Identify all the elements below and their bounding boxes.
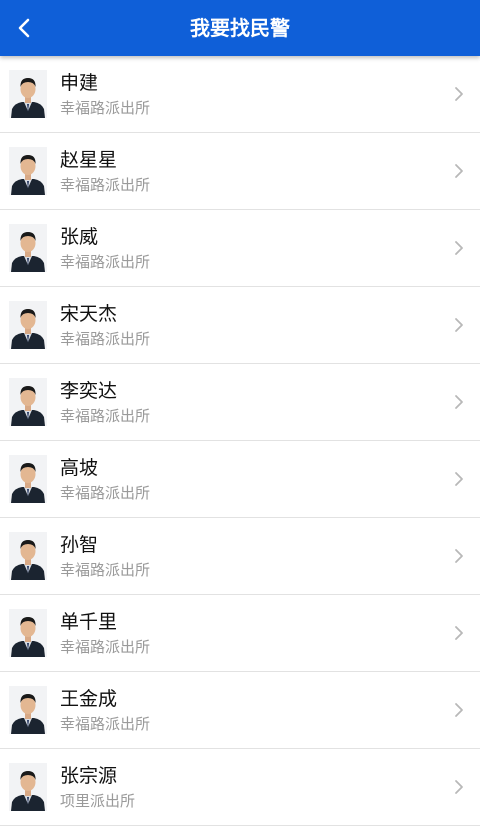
chevron-right-icon [455, 549, 463, 563]
officer-name: 高坡 [60, 457, 99, 479]
officer-photo-icon [9, 147, 47, 195]
officer-name: 张宗源 [60, 765, 118, 787]
officer-photo-icon [9, 70, 47, 118]
officer-station: 幸福路派出所 [60, 330, 151, 348]
chevron-right-icon [455, 87, 463, 101]
officer-station: 幸福路派出所 [60, 407, 151, 425]
officer-station: 幸福路派出所 [60, 484, 151, 502]
officer-name: 孙智 [60, 534, 99, 556]
chevron-right-icon [455, 164, 463, 178]
officer-avatar [9, 532, 47, 580]
chevron-right-icon [455, 472, 463, 486]
officer-avatar [9, 686, 47, 734]
officer-row[interactable]: 宋天杰 幸福路派出所 [0, 287, 480, 364]
officer-row[interactable]: 孙智 幸福路派出所 [0, 518, 480, 595]
chevron-right-icon [455, 703, 463, 717]
officer-row[interactable]: 单千里 幸福路派出所 [0, 595, 480, 672]
officer-station: 幸福路派出所 [60, 638, 151, 656]
officer-name: 赵星星 [60, 149, 118, 171]
officer-avatar [9, 609, 47, 657]
officer-avatar [9, 301, 47, 349]
chevron-right-icon [455, 318, 463, 332]
app-header: 我要找民警 [0, 0, 480, 56]
officer-name: 王金成 [60, 688, 118, 710]
officer-station: 幸福路派出所 [60, 561, 151, 579]
chevron-right-icon [455, 626, 463, 640]
officer-row[interactable]: 张威 幸福路派出所 [0, 210, 480, 287]
officer-name: 张威 [60, 226, 99, 248]
officer-station: 项里派出所 [60, 792, 136, 810]
officer-avatar [9, 147, 47, 195]
officer-photo-icon [9, 686, 47, 734]
officer-name: 申建 [60, 72, 99, 94]
officer-photo-icon [9, 532, 47, 580]
officer-photo-icon [9, 763, 47, 811]
officer-name: 李奕达 [60, 380, 118, 402]
chevron-right-icon [455, 780, 463, 794]
officer-station: 幸福路派出所 [60, 176, 151, 194]
officer-station: 幸福路派出所 [60, 715, 151, 733]
officer-photo-icon [9, 301, 47, 349]
officer-row[interactable]: 张宗源 项里派出所 [0, 749, 480, 826]
chevron-right-icon [455, 395, 463, 409]
officer-avatar [9, 763, 47, 811]
officer-avatar [9, 224, 47, 272]
officer-station: 幸福路派出所 [60, 253, 151, 271]
officer-name: 单千里 [60, 611, 118, 633]
officer-row[interactable]: 申建 幸福路派出所 [0, 56, 480, 133]
officer-avatar [9, 378, 47, 426]
officer-avatar [9, 455, 47, 503]
officer-photo-icon [9, 378, 47, 426]
chevron-right-icon [455, 241, 463, 255]
officer-list: 申建 幸福路派出所 赵星星 幸福路派出所 张威 幸福路派出所 宋天杰 幸福路派出… [0, 56, 480, 826]
officer-row[interactable]: 王金成 幸福路派出所 [0, 672, 480, 749]
page-title: 我要找民警 [190, 16, 290, 40]
officer-name: 宋天杰 [60, 303, 118, 325]
officer-avatar [9, 70, 47, 118]
officer-photo-icon [9, 224, 47, 272]
officer-row[interactable]: 赵星星 幸福路派出所 [0, 133, 480, 210]
officer-photo-icon [9, 455, 47, 503]
officer-photo-icon [9, 609, 47, 657]
officer-station: 幸福路派出所 [60, 99, 151, 117]
officer-row[interactable]: 李奕达 幸福路派出所 [0, 364, 480, 441]
officer-row[interactable]: 高坡 幸福路派出所 [0, 441, 480, 518]
